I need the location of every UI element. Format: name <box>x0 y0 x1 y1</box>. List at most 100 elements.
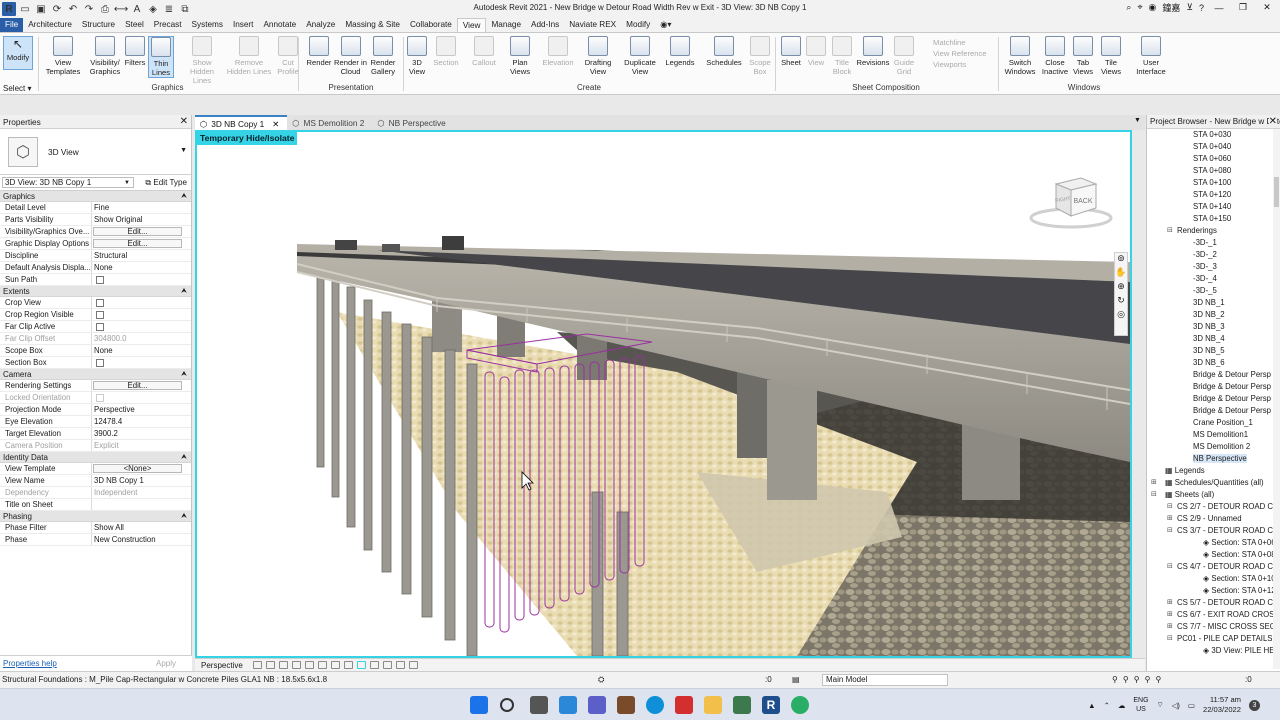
browser-item[interactable]: ⊞ ▦ Schedules/Quantities (all) <box>1147 477 1280 489</box>
property-value[interactable] <box>92 297 191 308</box>
browser-item[interactable]: Bridge & Detour Persp <box>1147 369 1280 381</box>
tabs-overflow-icon[interactable]: ▼ <box>1134 117 1141 124</box>
viewports-button[interactable]: Viewports <box>933 59 986 70</box>
save-icon[interactable]: ▣ <box>34 2 48 16</box>
sun-path-icon[interactable] <box>278 661 288 669</box>
browser-item[interactable]: Bridge & Detour Persp <box>1147 393 1280 405</box>
steering-wheel-icon[interactable]: ⊚ <box>1115 253 1127 267</box>
browser-item[interactable]: ⊞ CS 5/7 - DETOUR ROAD CROSS <box>1147 597 1280 609</box>
tab-massing-site[interactable]: Massing & Site <box>340 18 405 32</box>
property-edit-button[interactable]: <None> <box>93 464 182 473</box>
selection-toggles[interactable]: ⚲⚲⚲⚲⚲ <box>1112 672 1166 688</box>
expand-toggle-icon[interactable]: ⊞ <box>1151 477 1157 489</box>
tab-insert[interactable]: Insert <box>228 18 258 32</box>
plan-views-button[interactable]: Plan Views <box>505 36 535 76</box>
select-dropdown[interactable]: Select ▾ <box>3 84 31 93</box>
group-phasing[interactable]: Phasing ⮝ <box>0 511 191 522</box>
expand-toggle-icon[interactable]: ⊟ <box>1167 633 1173 645</box>
chevron-up-icon[interactable]: ⌃ <box>1104 701 1110 710</box>
browser-item[interactable]: ◈ 3D View: PILE HEAD <box>1147 645 1280 657</box>
elevation-button[interactable]: Elevation <box>540 36 576 67</box>
property-value[interactable]: Perspective <box>92 404 191 415</box>
duplicate-view-button[interactable]: Duplicate View <box>620 36 660 76</box>
sheet-button[interactable]: Sheet <box>778 36 804 67</box>
browser-item[interactable]: STA 0+080 <box>1147 165 1280 177</box>
browser-item[interactable]: MS Demolition 2 <box>1147 441 1280 453</box>
matchline-button[interactable]: Matchline <box>933 37 986 48</box>
properties-help-link[interactable]: Properties help <box>3 659 57 668</box>
search-icon[interactable] <box>500 698 514 712</box>
3d-view-button[interactable]: 3D View <box>406 36 428 76</box>
binoculars-icon[interactable]: ⌖ <box>1137 2 1142 13</box>
collapse-icon[interactable]: ⮝ <box>181 286 187 297</box>
group-extents[interactable]: Extents ⮝ <box>0 286 191 297</box>
property-checkbox[interactable] <box>96 276 104 284</box>
group-graphics[interactable]: Graphics ⮝ <box>0 191 191 202</box>
view-button[interactable]: View <box>804 36 828 67</box>
open-icon[interactable]: ▭ <box>18 2 32 16</box>
property-value[interactable]: Fine <box>92 202 191 213</box>
browser-item[interactable]: ⊞ CS 2/9 - Unnamed <box>1147 513 1280 525</box>
scope-box-button[interactable]: Scope Box <box>748 36 772 76</box>
visibility-graphics-button[interactable]: Visibility/ Graphics <box>88 36 122 76</box>
browser-item[interactable]: Bridge & Detour Persp <box>1147 381 1280 393</box>
render-gallery-button[interactable]: Render Gallery <box>367 36 399 76</box>
3d-view-icon[interactable]: ◈ <box>146 2 160 16</box>
calculator-icon[interactable] <box>733 696 751 714</box>
autodesk-icon[interactable]: ▲ <box>1088 701 1095 710</box>
expand-toggle-icon[interactable]: ⊟ <box>1151 489 1157 501</box>
expand-toggle-icon[interactable]: ⊞ <box>1167 621 1173 633</box>
collapse-icon[interactable]: ⮝ <box>181 511 187 522</box>
browser-item[interactable]: STA 0+120 <box>1147 189 1280 201</box>
property-checkbox[interactable] <box>96 299 104 307</box>
reveal-hidden-icon[interactable] <box>369 661 379 669</box>
property-checkbox[interactable] <box>96 311 104 319</box>
zoom-icon[interactable]: ⊕ <box>1115 281 1127 295</box>
schedules-button[interactable]: Schedules <box>704 36 744 67</box>
property-value[interactable]: Show All <box>92 522 191 533</box>
teams-icon[interactable] <box>588 696 606 714</box>
remove-hidden-lines-button[interactable]: Remove Hidden Lines <box>225 36 273 76</box>
browser-item[interactable]: STA 0+030 <box>1147 129 1280 141</box>
tab-analyze[interactable]: Analyze <box>301 18 340 32</box>
browser-item[interactable]: 3D NB_6 <box>1147 357 1280 369</box>
browser-item[interactable]: 3D NB_2 <box>1147 309 1280 321</box>
view-tab-3d-nb-copy-1[interactable]: ⬡ 3D NB Copy 1 ✕ <box>195 115 288 130</box>
contextual-tab-dropdown-icon[interactable]: ◉▾ <box>655 18 676 32</box>
browser-item[interactable]: ⊟ Renderings <box>1147 225 1280 237</box>
tab-views-button[interactable]: Tab Views <box>1070 36 1096 76</box>
property-value[interactable]: New Construction <box>92 534 191 545</box>
worksets-icon[interactable]: ⛭ <box>598 672 604 688</box>
tab-architecture[interactable]: Architecture <box>23 18 77 32</box>
print-icon[interactable]: ⎙ <box>98 2 112 16</box>
tab-systems[interactable]: Systems <box>187 18 228 32</box>
cut-profile-button[interactable]: Cut Profile <box>274 36 302 76</box>
close-icon[interactable]: ✕ <box>180 115 188 129</box>
cart-icon[interactable]: ⊻ <box>1186 2 1193 13</box>
group-identity-data[interactable]: Identity Data ⮝ <box>0 452 191 463</box>
browser-item[interactable]: 3D NB_5 <box>1147 345 1280 357</box>
close-inactive-button[interactable]: Close Inactive <box>1040 36 1070 76</box>
onedrive-icon[interactable]: ☁ <box>1118 701 1126 710</box>
expand-toggle-icon[interactable]: ⊞ <box>1167 513 1173 525</box>
browser-item[interactable]: ◈ Section: STA 0+060 <box>1147 537 1280 549</box>
collapse-icon[interactable]: ⮝ <box>181 452 187 463</box>
property-value[interactable]: None <box>92 262 191 273</box>
active-design-option[interactable]: Main Model <box>822 674 948 686</box>
property-value[interactable]: <None> <box>92 463 191 474</box>
view-reference-button[interactable]: View Reference <box>933 48 986 59</box>
chevron-down-icon[interactable]: ▼ <box>180 147 187 154</box>
temp-hide-icon[interactable] <box>356 661 366 669</box>
instance-selector[interactable]: 3D View: 3D NB Copy 1 ▼ <box>2 177 134 188</box>
browser-item[interactable]: 3D NB_3 <box>1147 321 1280 333</box>
expand-toggle-icon[interactable]: ⊞ <box>1167 609 1173 621</box>
property-value[interactable]: Show Original <box>92 214 191 225</box>
filter-count[interactable]: :0 <box>1245 672 1252 688</box>
browser-item[interactable]: ◈ Section: STA 0+100 <box>1147 573 1280 585</box>
wifi-icon[interactable]: ⌔ <box>1157 700 1164 710</box>
property-value[interactable]: 3D NB Copy 1 <box>92 475 191 486</box>
close-icon[interactable]: ✕ <box>1268 115 1277 128</box>
revisions-button[interactable]: Revisions <box>856 36 890 67</box>
file-explorer-icon[interactable] <box>704 696 722 714</box>
property-checkbox[interactable] <box>96 323 104 331</box>
